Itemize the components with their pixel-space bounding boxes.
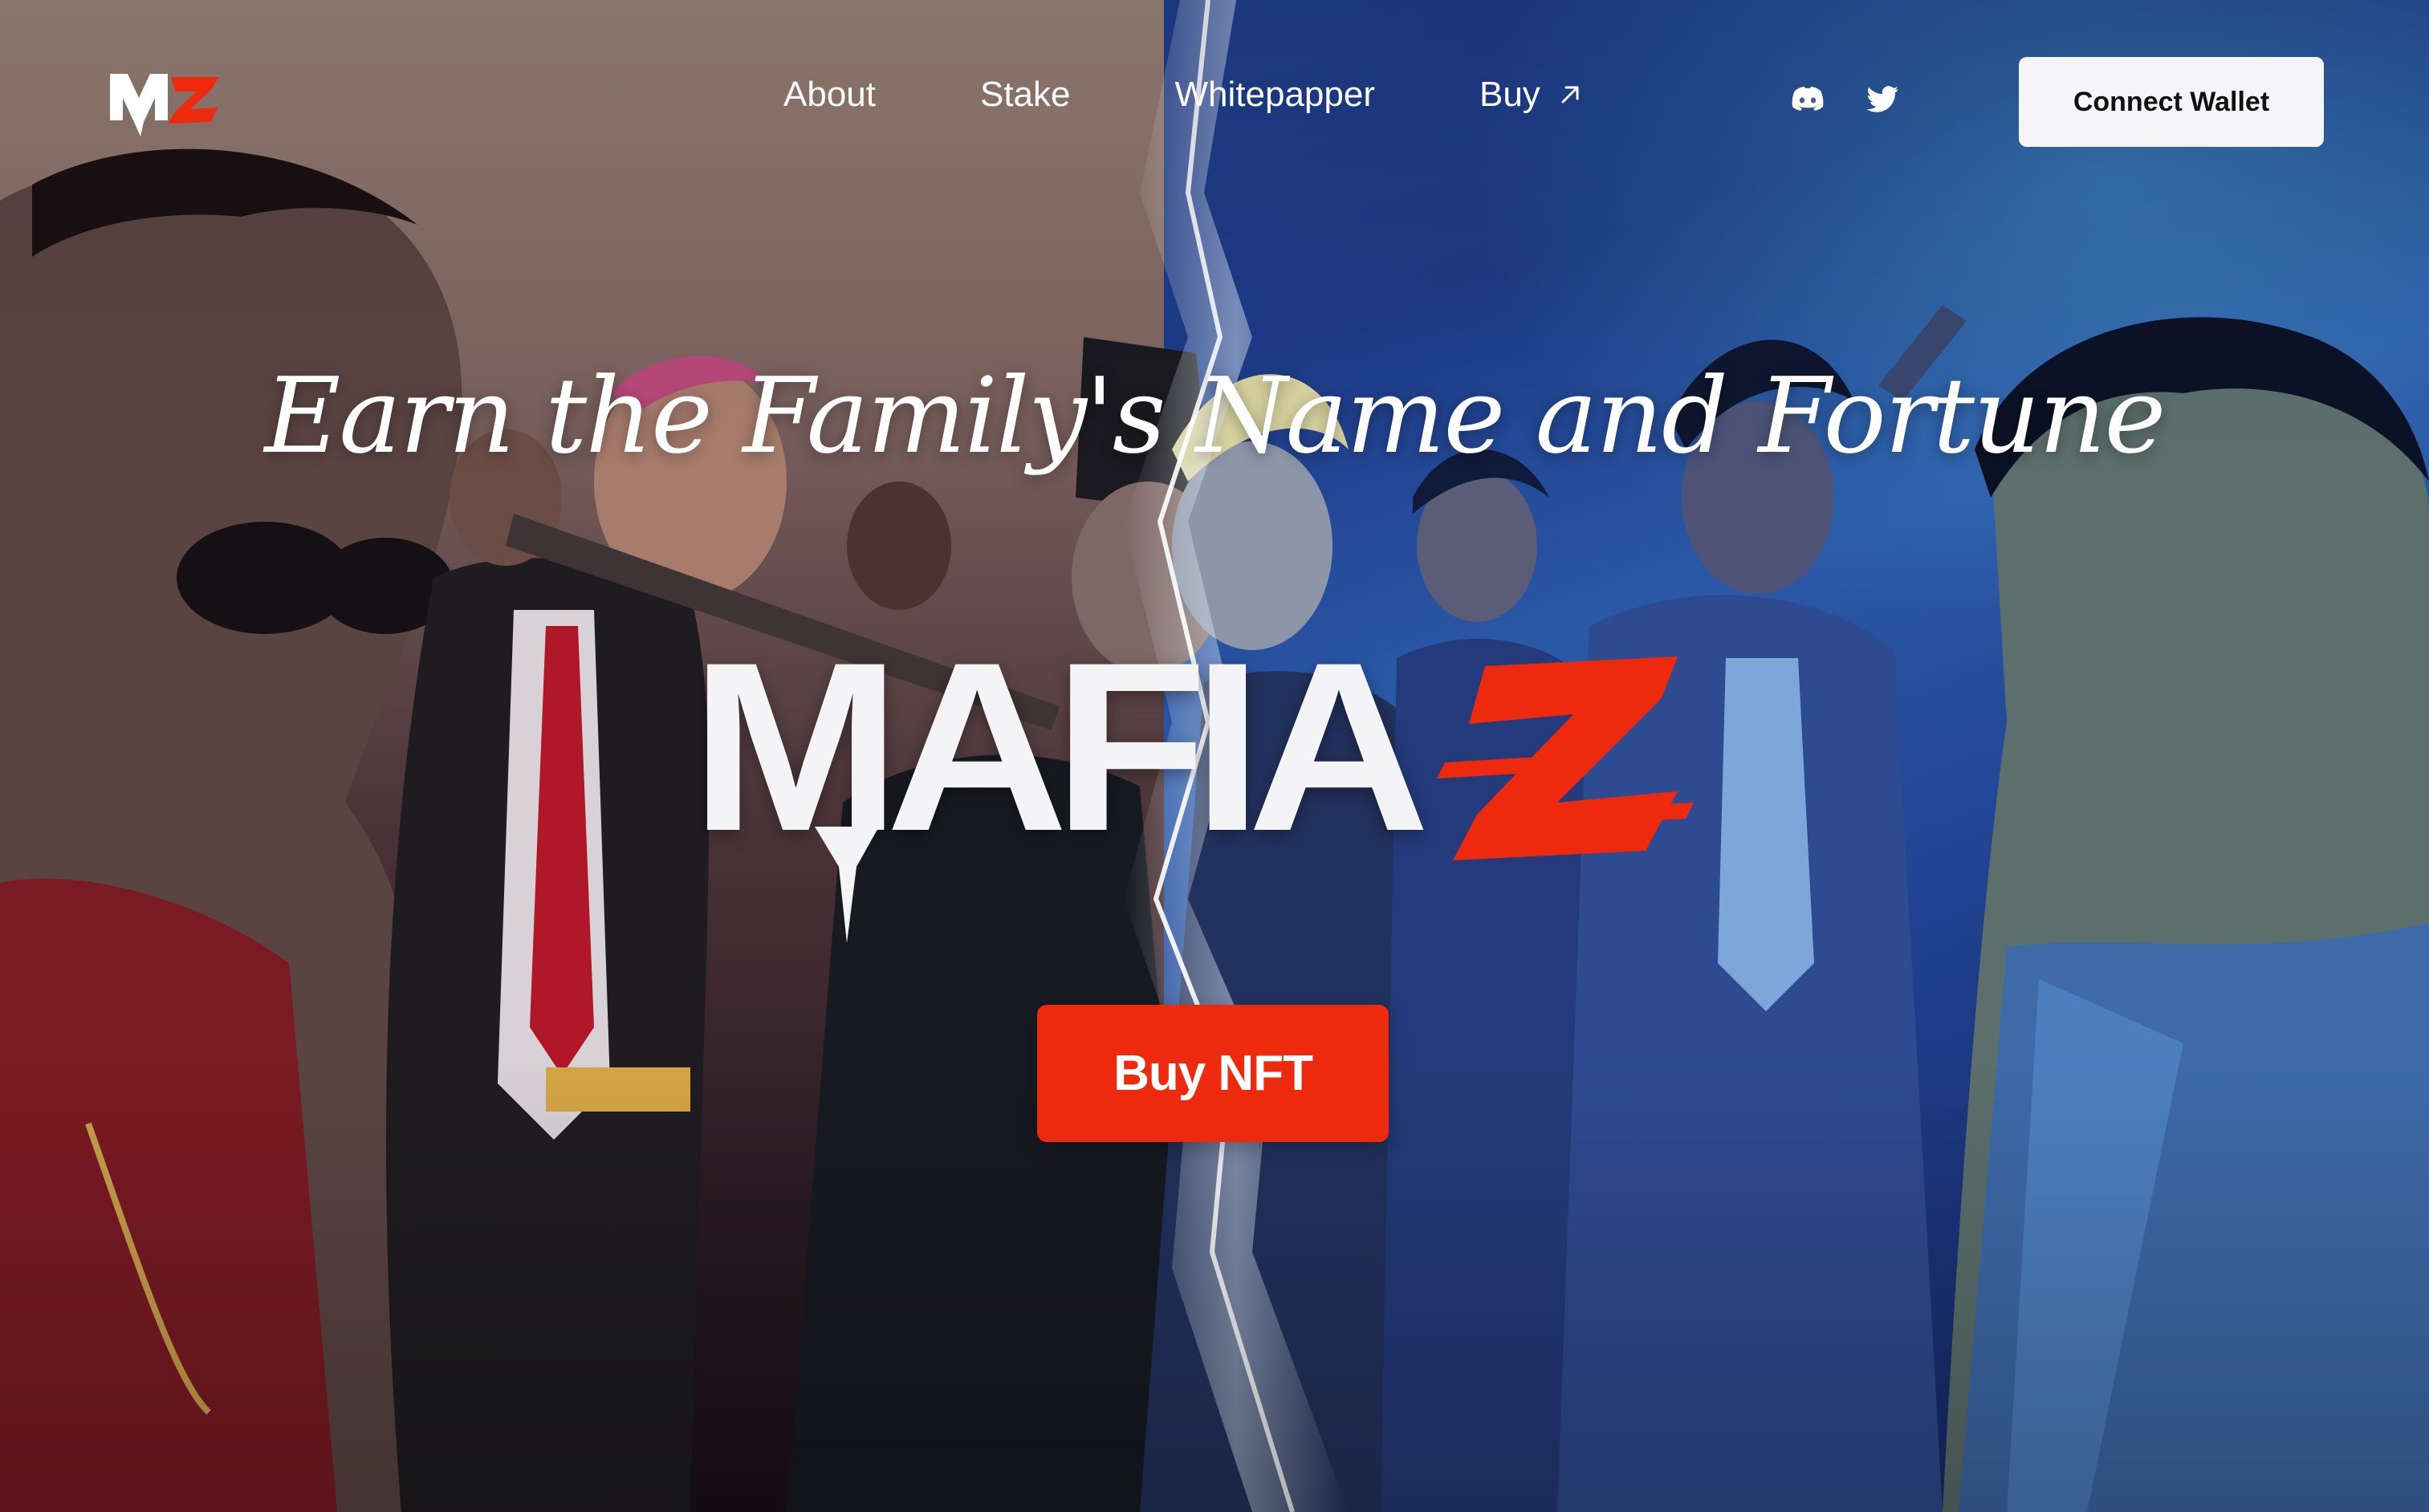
nav-link-label: Stake xyxy=(979,75,1071,114)
nav-link-about[interactable]: About xyxy=(783,75,876,115)
brand-wordmark: MAFIA Z xyxy=(690,612,1734,947)
twitter-icon[interactable] xyxy=(1865,80,1902,117)
brand-wordmark-text: MAFIA xyxy=(690,612,1430,881)
nav-link-buy[interactable]: Buy xyxy=(1479,75,1582,115)
main-nav: About Stake Whitepapper Buy xyxy=(783,71,1582,119)
nav-link-label: About xyxy=(783,75,876,114)
buy-nft-button[interactable]: Buy NFT xyxy=(1037,1005,1389,1142)
discord-icon[interactable] xyxy=(1788,80,1825,117)
nav-link-label: Whitepapper xyxy=(1174,75,1375,114)
wordmark-drip-shape xyxy=(815,827,879,943)
wordmark-z-mark: Z xyxy=(1437,650,1694,860)
connect-wallet-button[interactable]: Connect Wallet xyxy=(2019,57,2324,147)
arrow-up-right-icon xyxy=(1561,86,1579,104)
mz-logo-icon[interactable] xyxy=(108,66,221,138)
nav-link-whitepaper[interactable]: Whitepapper xyxy=(1175,75,1375,115)
hero-tagline: Earn the Family's Name and Fortune xyxy=(264,355,2166,477)
nav-link-label: Buy xyxy=(1479,75,1540,114)
wordmark-z-letter: Z xyxy=(1437,650,1438,651)
nav-link-stake[interactable]: Stake xyxy=(980,75,1071,115)
